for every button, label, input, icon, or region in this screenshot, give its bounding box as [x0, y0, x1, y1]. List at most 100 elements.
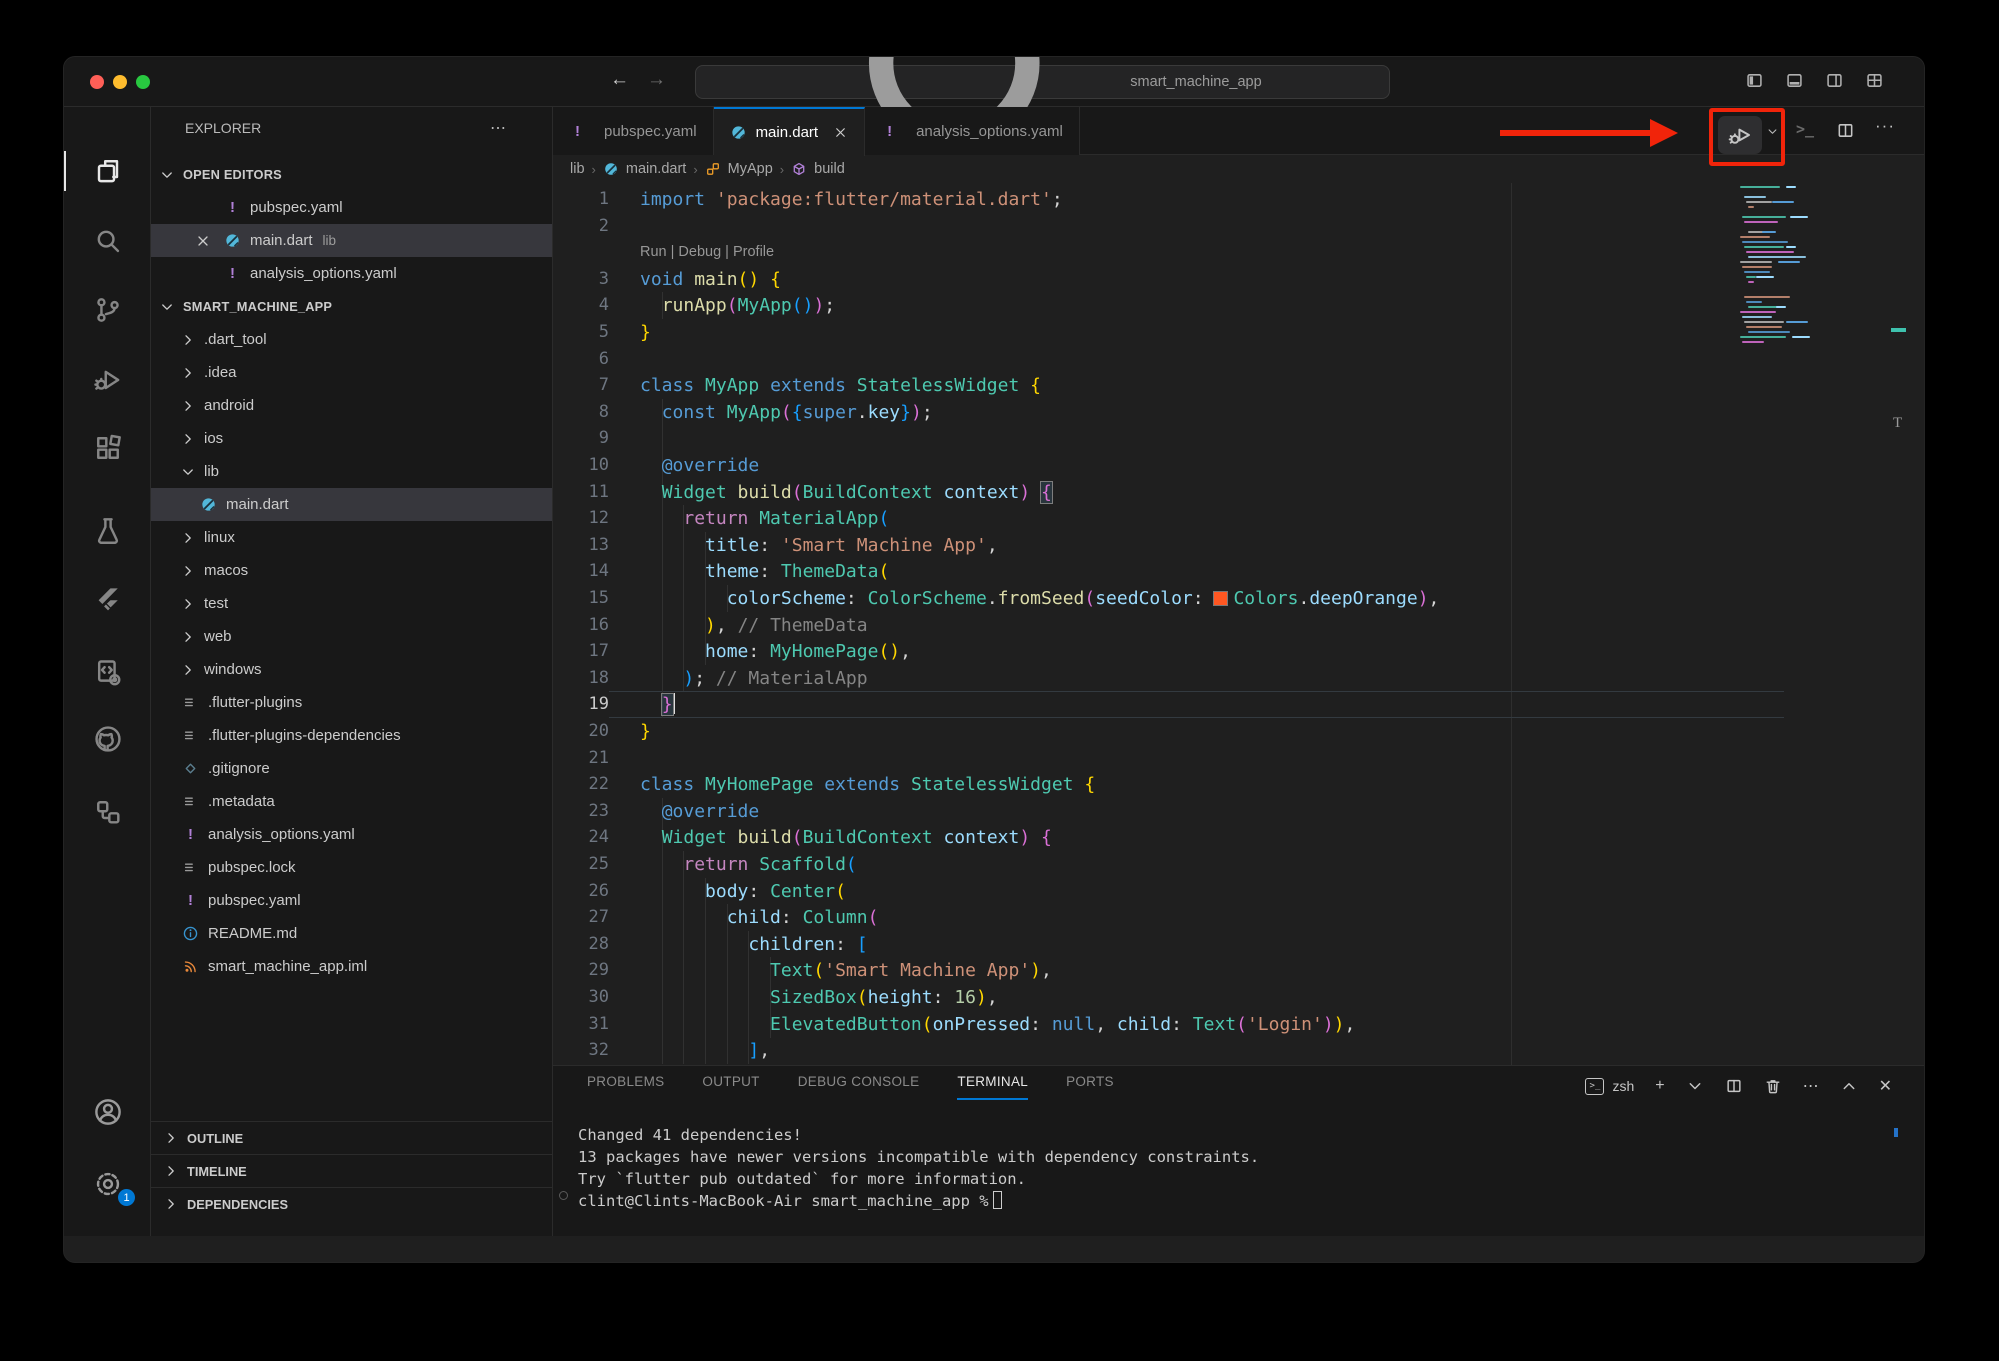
minimize-window-button[interactable] — [113, 75, 127, 89]
code-line-17: 17 home: MyHomePage(), — [553, 638, 1924, 665]
close-tab-icon[interactable] — [833, 125, 848, 140]
tree-item-.idea[interactable]: .idea — [151, 356, 552, 389]
activity-github-icon[interactable] — [64, 711, 151, 767]
tree-item-ios[interactable]: ios — [151, 422, 552, 455]
section-project[interactable]: SMART_MACHINE_APP — [151, 290, 552, 323]
explorer-sidebar: EXPLORER ⋯ OPEN EDITORS!pubspec.yamlmain… — [151, 107, 553, 1236]
close-panel-icon[interactable]: ✕ — [1879, 1076, 1892, 1096]
tree-item-README.md[interactable]: README.md — [151, 917, 552, 950]
split-terminal-icon[interactable] — [1725, 1077, 1743, 1095]
editor-more-actions-icon[interactable]: ··· — [1875, 116, 1895, 136]
layout-sidebar-icon[interactable] — [1745, 71, 1764, 90]
yaml-warning-icon: ! — [224, 199, 241, 216]
activity-source-control-icon[interactable] — [64, 282, 151, 338]
dart-icon — [224, 232, 241, 249]
tree-item-windows[interactable]: windows — [151, 653, 552, 686]
tree-item-test[interactable]: test — [151, 587, 552, 620]
terminal-dropdown-icon[interactable] — [1686, 1077, 1704, 1095]
activity-run-debug-icon[interactable] — [64, 351, 151, 407]
tree-item-smart_machine_app.iml[interactable]: smart_machine_app.iml — [151, 950, 552, 983]
panel-tab-output[interactable]: OUTPUT — [702, 1074, 759, 1100]
code-line-10: 10 @override — [553, 452, 1924, 479]
settings-badge: 1 — [118, 1189, 135, 1206]
breadcrumb-main.dart[interactable]: main.dart — [626, 161, 686, 177]
breadcrumb-build[interactable]: build — [814, 161, 845, 177]
maximize-panel-icon[interactable] — [1840, 1077, 1858, 1095]
terminal-instance[interactable]: >_ zsh — [1585, 1078, 1634, 1095]
activity-testing-icon[interactable] — [64, 502, 151, 558]
codelens-run-debug-profile[interactable]: Run | Debug | Profile — [640, 239, 774, 266]
open-editor-pubspec.yaml[interactable]: !pubspec.yaml — [151, 191, 552, 224]
code-line-18: 18 ); // MaterialApp — [553, 665, 1924, 692]
code-line-22: 22class MyHomePage extends StatelessWidg… — [553, 771, 1924, 798]
command-center-search[interactable]: smart_machine_app — [695, 65, 1390, 99]
close-window-button[interactable] — [90, 75, 104, 89]
activity-search-icon[interactable] — [64, 213, 151, 269]
tab-analysis_options.yaml[interactable]: !analysis_options.yaml — [865, 107, 1080, 155]
tab-main.dart[interactable]: main.dart — [714, 107, 866, 156]
activity-account-icon[interactable] — [64, 1084, 151, 1140]
rss-icon — [182, 958, 199, 975]
tree-item-.metadata[interactable]: .metadata — [151, 785, 552, 818]
terminal-prompt[interactable]: clint@Clints-MacBook-Air smart_machine_a… — [578, 1190, 1259, 1212]
annotation-highlight-box — [1709, 108, 1785, 166]
open-terminal-icon[interactable]: >_ — [1796, 120, 1814, 138]
bottom-panel: PROBLEMS OUTPUT DEBUG CONSOLE TERMINAL PORTS… — [553, 1065, 1924, 1236]
list-icon — [182, 727, 199, 744]
activity-explorer-icon[interactable] — [64, 143, 151, 199]
code-line-9: 9 — [553, 425, 1924, 452]
explorer-more-actions-icon[interactable]: ⋯ — [490, 107, 508, 150]
split-editor-icon[interactable] — [1836, 121, 1855, 140]
section-dependencies[interactable]: DEPENDENCIES — [151, 1187, 552, 1220]
layout-grid-icon[interactable] — [1865, 71, 1884, 90]
activity-settings-icon[interactable]: 1 — [64, 1156, 151, 1212]
code-editor[interactable]: T 1import 'package:flutter/material.dart… — [553, 183, 1924, 1065]
section-open-editors[interactable]: OPEN EDITORS — [151, 158, 552, 191]
open-editor-main.dart[interactable]: main.dartlib — [151, 224, 552, 257]
tree-item-analysis_options.yaml[interactable]: !analysis_options.yaml — [151, 818, 552, 851]
shell-label: zsh — [1612, 1078, 1634, 1094]
tree-item-pubspec.lock[interactable]: pubspec.lock — [151, 851, 552, 884]
breadcrumb-MyApp[interactable]: MyApp — [728, 161, 773, 177]
tree-item-main.dart[interactable]: main.dart — [151, 488, 552, 521]
tree-item-web[interactable]: web — [151, 620, 552, 653]
forward-icon[interactable]: → — [647, 69, 666, 91]
code-line-3: 3void main() { — [553, 266, 1924, 293]
tree-item-.flutter-plugins[interactable]: .flutter-plugins — [151, 686, 552, 719]
new-terminal-icon[interactable]: + — [1655, 1077, 1664, 1095]
section-outline[interactable]: OUTLINE — [151, 1121, 552, 1154]
panel-tab-terminal[interactable]: TERMINAL — [957, 1074, 1028, 1100]
tree-item-macos[interactable]: macos — [151, 554, 552, 587]
panel-tab-bar: PROBLEMS OUTPUT DEBUG CONSOLE TERMINAL PORTS — [587, 1074, 1114, 1100]
back-icon[interactable]: ← — [610, 69, 629, 91]
tree-item-linux[interactable]: linux — [151, 521, 552, 554]
tree-item-.flutter-plugins-dependencies[interactable]: .flutter-plugins-dependencies — [151, 719, 552, 752]
open-editor-analysis_options.yaml[interactable]: !analysis_options.yaml — [151, 257, 552, 290]
tree-item-android[interactable]: android — [151, 389, 552, 422]
tree-item-.dart_tool[interactable]: .dart_tool — [151, 323, 552, 356]
code-line-12: 12 return MaterialApp( — [553, 505, 1924, 532]
activity-bar: 1 — [64, 107, 151, 1236]
terminal-output[interactable]: Changed 41 dependencies!13 packages have… — [578, 1124, 1259, 1212]
activity-references-icon[interactable] — [64, 784, 151, 840]
panel-tab-problems[interactable]: PROBLEMS — [587, 1074, 664, 1100]
close-editor-icon[interactable] — [195, 233, 211, 249]
tree-item-lib[interactable]: lib — [151, 455, 552, 488]
layout-panel-icon[interactable] — [1785, 71, 1804, 90]
panel-more-actions-icon[interactable]: ⋯ — [1803, 1076, 1819, 1096]
layout-split-icon[interactable] — [1825, 71, 1844, 90]
activity-project-tools-icon[interactable] — [64, 644, 151, 700]
panel-tab-ports[interactable]: PORTS — [1066, 1074, 1114, 1100]
activity-flutter-icon[interactable] — [64, 572, 151, 628]
list-icon — [182, 793, 199, 810]
section-timeline[interactable]: TIMELINE — [151, 1154, 552, 1187]
tree-item-.gitignore[interactable]: .gitignore — [151, 752, 552, 785]
tab-pubspec.yaml[interactable]: !pubspec.yaml — [553, 107, 714, 155]
panel-tab-debug-console[interactable]: DEBUG CONSOLE — [798, 1074, 920, 1100]
activity-extensions-icon[interactable] — [64, 420, 151, 476]
tree-item-pubspec.yaml[interactable]: !pubspec.yaml — [151, 884, 552, 917]
code-line-14: 14 theme: ThemeData( — [553, 558, 1924, 585]
breadcrumb-lib[interactable]: lib — [570, 161, 585, 177]
kill-terminal-icon[interactable] — [1764, 1077, 1782, 1095]
zoom-window-button[interactable] — [136, 75, 150, 89]
